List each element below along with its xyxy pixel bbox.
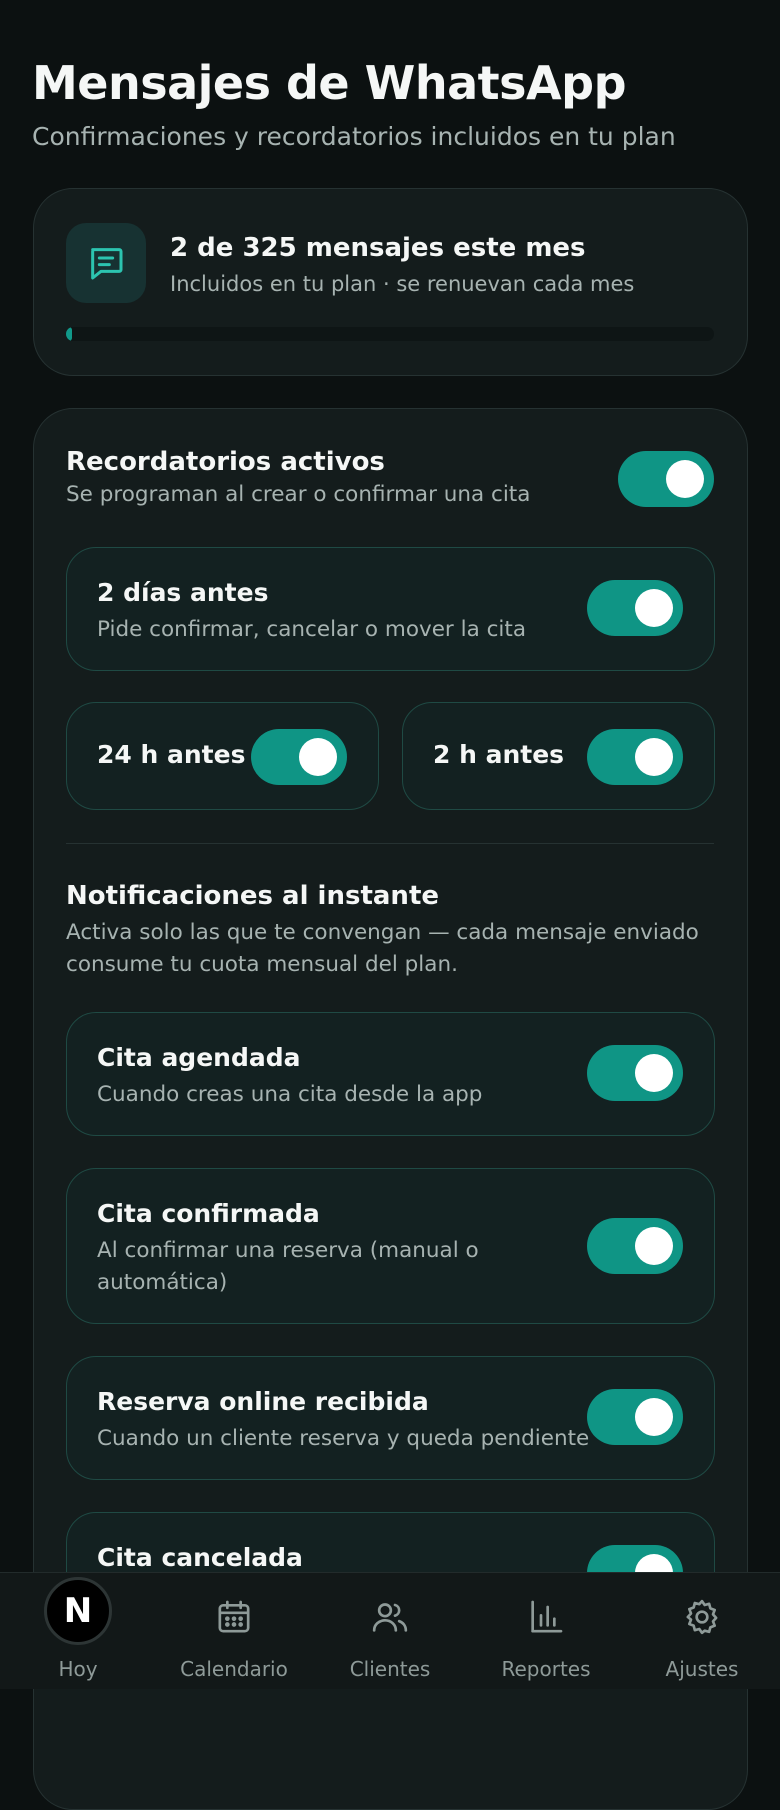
- calendar-icon: [218, 1600, 250, 1633]
- h24-title: 24 h antes: [97, 740, 246, 769]
- instant-subtitle-line2: consume tu cuota mensual del plan.: [66, 952, 458, 977]
- nav-item-calendario[interactable]: Calendario: [174, 1573, 294, 1689]
- option-title: Cita confirmada: [97, 1199, 320, 1228]
- option-title: Cita agendada: [97, 1043, 301, 1072]
- two-days-toggle[interactable]: [587, 580, 683, 636]
- option-desc-line2: automática): [97, 1270, 228, 1295]
- nav-label: Reportes: [501, 1657, 591, 1681]
- nav-item-clientes[interactable]: Clientes: [340, 1573, 440, 1689]
- instant-option-cita-agendada: Cita agendada Cuando creas una cita desd…: [66, 1012, 715, 1136]
- cita-agendada-toggle[interactable]: [587, 1045, 683, 1101]
- section-divider: [66, 843, 714, 844]
- bar-chart-icon: [531, 1600, 563, 1633]
- two-days-title: 2 días antes: [97, 578, 269, 607]
- nav-label: Hoy: [58, 1657, 98, 1681]
- h24-reminder-option: 24 h antes: [66, 702, 379, 810]
- nav-label: Calendario: [180, 1657, 288, 1681]
- toggle-knob: [635, 589, 673, 627]
- h2-title: 2 h antes: [433, 740, 565, 769]
- h24-toggle[interactable]: [251, 729, 347, 785]
- h2-reminder-option: 2 h antes: [402, 702, 715, 810]
- two-days-desc: Pide confirmar, cancelar o mover la cita: [97, 617, 526, 642]
- toggle-knob: [635, 1054, 673, 1092]
- toggle-knob: [635, 1398, 673, 1436]
- instant-subtitle-line1: Activa solo las que te convengan — cada …: [66, 920, 699, 945]
- nav-item-ajustes[interactable]: Ajustes: [652, 1573, 752, 1689]
- cita-confirmada-toggle[interactable]: [587, 1218, 683, 1274]
- instant-option-cita-confirmada: Cita confirmada Al confirmar una reserva…: [66, 1168, 715, 1324]
- nav-label: Ajustes: [665, 1657, 739, 1681]
- gear-icon: [686, 1599, 718, 1635]
- nav-label: Clientes: [349, 1657, 431, 1681]
- two-days-reminder-option: 2 días antes Pide confirmar, cancelar o …: [66, 547, 715, 671]
- message-icon: [66, 223, 146, 303]
- instant-option-reserva-online: Reserva online recibida Cuando un client…: [66, 1356, 715, 1480]
- option-desc: Cuando creas una cita desde la app: [97, 1082, 483, 1107]
- reminders-toggle[interactable]: [618, 451, 714, 507]
- reminders-title: Recordatorios activos: [66, 447, 385, 477]
- home-logo-icon: N: [44, 1577, 112, 1645]
- usage-card: 2 de 325 mensajes este mes Incluidos en …: [33, 188, 748, 376]
- usage-progress-bar: [66, 327, 714, 341]
- page-subtitle: Confirmaciones y recordatorios incluidos…: [32, 122, 676, 151]
- toggle-knob: [635, 1227, 673, 1265]
- toggle-knob: [299, 738, 337, 776]
- users-icon: [372, 1603, 408, 1632]
- toggle-knob: [635, 738, 673, 776]
- instant-title: Notificaciones al instante: [66, 881, 440, 911]
- bottom-nav: N Hoy Calendario Clientes Reportes Ajust…: [0, 1572, 780, 1689]
- nav-item-reportes[interactable]: Reportes: [496, 1573, 596, 1689]
- usage-subtitle: Incluidos en tu plan · se renuevan cada …: [170, 272, 635, 296]
- toggle-knob: [666, 460, 704, 498]
- reserva-online-toggle[interactable]: [587, 1389, 683, 1445]
- reminders-subtitle: Se programan al crear o confirmar una ci…: [66, 482, 531, 507]
- option-title: Reserva online recibida: [97, 1387, 429, 1416]
- usage-title: 2 de 325 mensajes este mes: [170, 233, 586, 263]
- h2-toggle[interactable]: [587, 729, 683, 785]
- option-desc: Cuando un cliente reserva y queda pendie…: [97, 1426, 590, 1451]
- nav-item-hoy[interactable]: N Hoy: [28, 1573, 128, 1689]
- option-desc-line1: Al confirmar una reserva (manual o: [97, 1238, 479, 1263]
- usage-progress-fill: [66, 327, 73, 341]
- option-title: Cita cancelada: [97, 1543, 303, 1572]
- page-title: Mensajes de WhatsApp: [32, 56, 627, 110]
